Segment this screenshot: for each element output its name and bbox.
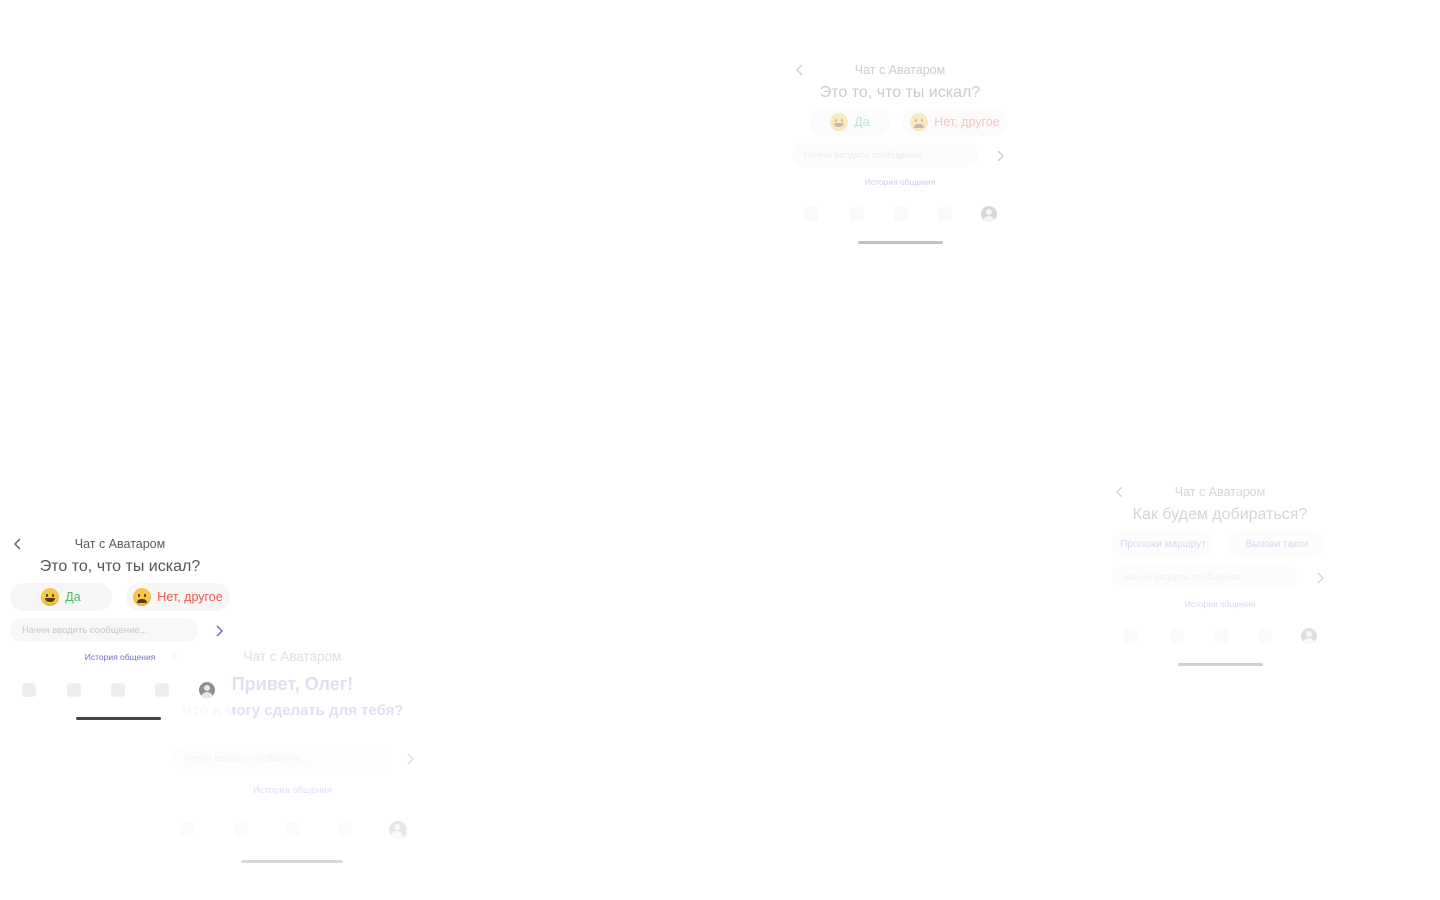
no-chip[interactable]: Нет, другое <box>126 583 230 611</box>
avatar-tab-icon[interactable] <box>1301 628 1317 644</box>
send-chevron-icon[interactable] <box>404 752 416 765</box>
header-title: Чат с Аватаром <box>1174 485 1266 499</box>
header-title: Чат с Аватаром <box>854 63 946 77</box>
no-chip-label: Нет, другое <box>934 115 1000 129</box>
tab-chat-icon[interactable] <box>155 683 169 697</box>
send-chevron-icon[interactable] <box>213 624 225 637</box>
smile-emoji-icon <box>41 588 60 606</box>
canvas: Чат с Аватаром Это то, что ты искал? Да … <box>0 0 1440 900</box>
home-indicator <box>76 717 161 720</box>
chat-screen-confirm-top: Чат с Аватаром Это то, что ты искал? Да … <box>790 62 1010 252</box>
tab-bar <box>1110 628 1330 647</box>
message-input[interactable]: Начни вводить сообщение... <box>10 618 198 642</box>
home-indicator <box>241 860 343 863</box>
route-chip[interactable]: Проложи маршрут <box>1112 530 1214 558</box>
no-chip-label: Нет, другое <box>157 590 223 604</box>
message-input[interactable]: Начни вводить сообщение... <box>1112 565 1298 589</box>
send-chevron-icon[interactable] <box>994 149 1006 162</box>
tab-catalog-icon[interactable] <box>67 683 81 697</box>
message-input-placeholder: Начни вводить сообщение... <box>184 752 310 764</box>
tab-bar <box>170 821 415 840</box>
yes-chip[interactable]: Да <box>10 583 112 611</box>
avatar-tab-icon[interactable] <box>389 821 407 839</box>
tab-home-icon[interactable] <box>1124 629 1138 643</box>
message-input[interactable]: Начни вводить сообщение... <box>792 143 978 167</box>
avatar-tab-icon[interactable] <box>199 682 215 698</box>
tab-star-icon[interactable] <box>111 683 125 697</box>
tab-star-icon[interactable] <box>894 207 908 221</box>
send-chevron-icon[interactable] <box>1314 571 1326 584</box>
taxi-chip-label: Вызови такси <box>1245 538 1309 550</box>
header-title: Чат с Аватаром <box>74 537 166 551</box>
taxi-chip[interactable]: Вызови такси <box>1228 530 1326 558</box>
message-input[interactable]: Начни вводить сообщение... <box>172 746 392 770</box>
question-text: Это то, что ты искал? <box>819 84 981 101</box>
avatar-tab-icon[interactable] <box>981 206 997 222</box>
tab-home-icon[interactable] <box>804 207 818 221</box>
no-chip[interactable]: Нет, другое <box>902 108 1008 136</box>
tab-home-icon[interactable] <box>22 683 36 697</box>
tab-star-icon[interactable] <box>286 822 300 836</box>
tab-catalog-icon[interactable] <box>1170 629 1184 643</box>
sad-emoji-icon <box>133 588 152 606</box>
history-link[interactable]: История общения <box>170 785 415 796</box>
history-link[interactable]: История общения <box>8 652 232 662</box>
smile-emoji-icon <box>830 113 849 131</box>
tab-catalog-icon[interactable] <box>234 822 248 836</box>
tab-bar <box>8 682 232 701</box>
message-input-placeholder: Начни вводить сообщение... <box>1124 571 1250 583</box>
tab-bar <box>790 206 1010 225</box>
tab-chat-icon[interactable] <box>1258 629 1272 643</box>
tab-chat-icon[interactable] <box>938 207 952 221</box>
yes-chip[interactable]: Да <box>810 108 890 136</box>
tab-chat-icon[interactable] <box>338 822 352 836</box>
home-indicator <box>1178 663 1263 666</box>
route-chip-label: Проложи маршрут <box>1120 538 1206 550</box>
tab-star-icon[interactable] <box>1214 629 1228 643</box>
yes-chip-label: Да <box>65 590 81 604</box>
sad-emoji-icon <box>910 113 929 131</box>
message-input-placeholder: Начни вводить сообщение... <box>22 624 148 636</box>
tab-home-icon[interactable] <box>180 822 194 836</box>
chat-screen-confirm-main: Чат с Аватаром Это то, что ты искал? Да … <box>8 536 232 726</box>
history-link[interactable]: История общения <box>790 177 1010 187</box>
chat-screen-transport: Чат с Аватаром Как будем добираться? Про… <box>1110 484 1330 674</box>
message-input-placeholder: Начни вводить сообщение... <box>804 149 930 161</box>
yes-chip-label: Да <box>854 115 870 129</box>
history-link[interactable]: История общения <box>1110 599 1330 609</box>
question-text: Как будем добираться? <box>1132 506 1308 523</box>
tab-catalog-icon[interactable] <box>850 207 864 221</box>
home-indicator <box>858 241 943 244</box>
question-text: Это то, что ты искал? <box>39 558 201 575</box>
